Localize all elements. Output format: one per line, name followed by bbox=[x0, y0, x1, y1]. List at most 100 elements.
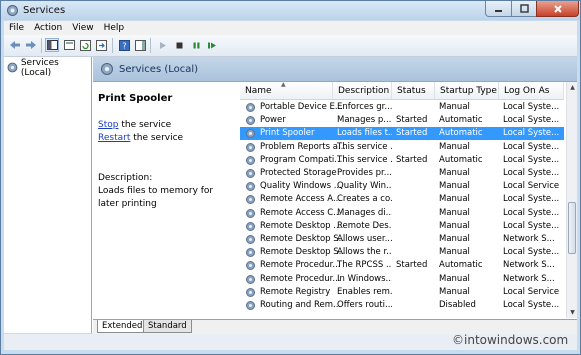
service-gear-icon bbox=[246, 287, 255, 297]
show-action-pane-button[interactable] bbox=[133, 38, 147, 52]
play-icon bbox=[159, 41, 166, 49]
close-icon bbox=[553, 4, 562, 13]
description-text: Loads files to memory for later printing bbox=[98, 186, 214, 209]
menu-action[interactable]: Action bbox=[29, 23, 67, 33]
service-gear-icon bbox=[246, 155, 255, 165]
restart-service-link[interactable]: Restart bbox=[98, 133, 130, 143]
cell-name: Routing and Rem... bbox=[260, 300, 342, 310]
cell-logon: Local Syste... bbox=[503, 141, 560, 152]
service-gear-icon bbox=[246, 248, 255, 258]
refresh-icon bbox=[79, 39, 91, 51]
cell-startup: Automatic bbox=[439, 115, 483, 126]
cell-startup: Manual bbox=[439, 273, 470, 284]
column-header-description[interactable]: Description bbox=[333, 82, 392, 99]
stop-suffix: the service bbox=[118, 120, 172, 130]
table-row[interactable]: Print Spooler Loads files t... Started Auto… bbox=[240, 127, 564, 141]
table-row[interactable]: Protected Storage Provides pr... Manual Loc… bbox=[240, 167, 564, 180]
cell-description: Loads files t... bbox=[337, 128, 392, 139]
cell-status bbox=[396, 246, 436, 259]
selected-service-name: Print Spooler bbox=[98, 93, 173, 104]
table-row[interactable]: Remote Procedur... In Windows... Manual Net… bbox=[240, 273, 564, 286]
cell-description: Enables rem... bbox=[337, 286, 392, 297]
export-list-button[interactable] bbox=[94, 38, 108, 52]
table-row[interactable]: Power Manages p... Started Automatic Local S… bbox=[240, 114, 564, 127]
cell-name: Remote Access C... bbox=[260, 207, 342, 218]
column-label: Startup Type bbox=[440, 85, 497, 96]
maximize-icon bbox=[519, 4, 529, 13]
scroll-up-arrow-icon[interactable]: ▲ bbox=[567, 82, 577, 93]
table-row[interactable]: Remote Desktop ... Remote Des... Manual Loc… bbox=[240, 220, 564, 233]
console-tree-icon bbox=[46, 40, 58, 50]
minimize-icon bbox=[495, 10, 502, 12]
cell-startup: Manual bbox=[439, 247, 470, 258]
table-row[interactable]: Remote Registry Enables rem... Manual Local… bbox=[240, 286, 564, 299]
table-row[interactable]: Remote Desktop S... Allows user... Manual N… bbox=[240, 233, 564, 246]
scrollbar-thumb[interactable] bbox=[568, 202, 576, 254]
table-row[interactable]: Problem Reports a...This service ... Manu… bbox=[240, 141, 564, 154]
table-row[interactable]: Portable Device E... Enforces gr... Manual… bbox=[240, 101, 564, 114]
cell-logon: Network S... bbox=[503, 273, 555, 284]
toolbar: ? bbox=[4, 35, 577, 57]
cell-logon: Local Syste... bbox=[503, 168, 560, 178]
menu-help[interactable]: Help bbox=[99, 23, 130, 33]
menu-file[interactable]: File bbox=[4, 23, 29, 33]
cell-logon: Local Syste... bbox=[503, 300, 560, 310]
toolbar-separator bbox=[150, 38, 151, 53]
table-row[interactable]: Routing and Rem... Offers routi... Disable… bbox=[240, 299, 564, 312]
service-gear-icon bbox=[246, 169, 255, 178]
cell-logon: Local Syste... bbox=[503, 194, 560, 205]
column-header-log-on-as[interactable]: Log On As bbox=[499, 82, 564, 99]
column-label: Name bbox=[245, 85, 272, 96]
properties-pane-button[interactable] bbox=[62, 38, 76, 52]
cell-description: Allows the r... bbox=[337, 247, 392, 258]
forward-arrow-icon bbox=[26, 41, 36, 49]
cell-logon: Local Syste... bbox=[503, 220, 560, 231]
window-title: Services bbox=[23, 5, 66, 16]
table-row[interactable]: Remote Access A...Creates a co... Manual L… bbox=[240, 193, 564, 206]
title-bar[interactable]: Services bbox=[1, 1, 580, 20]
watermark: ©intowindows.com bbox=[452, 333, 569, 347]
vertical-scrollbar[interactable]: ▲ ▼ bbox=[566, 82, 577, 318]
cell-description: Enforces gr... bbox=[337, 102, 392, 112]
show-hide-console-tree-button[interactable] bbox=[45, 38, 59, 52]
table-row[interactable]: Program Compati...This service ... Starte… bbox=[240, 154, 564, 167]
table-row[interactable]: Quality Windows ... Quality Win... Manual L… bbox=[240, 180, 564, 193]
toolbar-separator bbox=[112, 38, 113, 53]
column-header-status[interactable]: Status bbox=[392, 82, 435, 99]
restart-service-button[interactable] bbox=[205, 38, 219, 52]
tree-item-services-local[interactable]: Services (Local) bbox=[7, 58, 91, 78]
column-header-startup-type[interactable]: Startup Type bbox=[435, 82, 499, 99]
maximize-button[interactable] bbox=[511, 1, 537, 17]
forward-button[interactable] bbox=[24, 38, 38, 52]
start-service-button[interactable] bbox=[155, 38, 169, 52]
cell-description: Quality Win... bbox=[337, 181, 392, 192]
tab-standard[interactable]: Standard bbox=[143, 320, 192, 333]
table-row[interactable]: Remote Access C... Manages di... Manual Loc… bbox=[240, 207, 564, 220]
column-header-name[interactable]: ▲ Name bbox=[240, 82, 333, 99]
stop-service-link[interactable]: Stop bbox=[98, 120, 118, 130]
cell-logon: Local Service bbox=[503, 181, 560, 192]
service-gear-icon bbox=[246, 235, 255, 244]
table-row[interactable]: Remote Desktop S... Allows the r... Manual… bbox=[240, 246, 564, 259]
cell-description: This service ... bbox=[337, 154, 392, 165]
cell-startup: Manual bbox=[439, 286, 470, 297]
restart-line: Restart the service bbox=[98, 133, 183, 143]
refresh-button[interactable] bbox=[78, 38, 92, 52]
svg-text:?: ? bbox=[122, 41, 126, 50]
cell-description: This service ... bbox=[337, 141, 392, 152]
cell-startup: Manual bbox=[439, 141, 470, 152]
service-gear-icon bbox=[246, 208, 255, 218]
minimize-button[interactable] bbox=[485, 1, 512, 17]
stop-service-button[interactable] bbox=[172, 38, 186, 52]
back-button[interactable] bbox=[8, 38, 22, 52]
help-button[interactable]: ? bbox=[117, 38, 131, 52]
tab-extended[interactable]: Extended bbox=[97, 320, 148, 333]
pause-service-button[interactable] bbox=[189, 38, 203, 52]
scroll-down-arrow-icon[interactable]: ▼ bbox=[567, 307, 577, 318]
table-row[interactable]: Remote Procedur... The RPCSS ... Started Au… bbox=[240, 259, 564, 272]
service-gear-icon bbox=[246, 261, 255, 271]
menu-view[interactable]: View bbox=[67, 23, 98, 33]
cell-name: Remote Procedur... bbox=[260, 273, 341, 284]
close-button[interactable] bbox=[536, 1, 579, 17]
service-gear-icon bbox=[246, 221, 255, 231]
